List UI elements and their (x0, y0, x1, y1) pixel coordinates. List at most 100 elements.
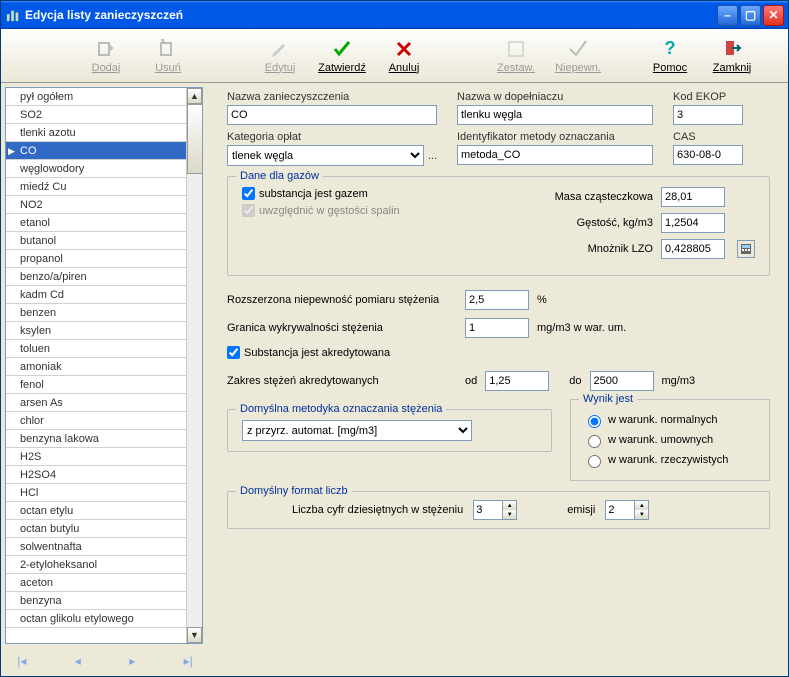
list-item[interactable]: octan etylu (6, 502, 202, 520)
od-label: od (465, 375, 477, 387)
method-group: Domyślna metodyka oznaczania stężenia z … (227, 409, 552, 452)
delete-button[interactable]: Usuń (137, 38, 199, 74)
range-label: Zakres stężeń akredytowanych (227, 375, 457, 387)
method-select[interactable]: z przyrz. automat. [mg/m3] (242, 420, 472, 441)
uncertain-button[interactable]: Niepewn. (547, 38, 609, 74)
decimal-label: Liczba cyfr dziesiętnych w stężeniu (292, 504, 463, 516)
list-item[interactable]: benzyna lakowa (6, 430, 202, 448)
nav-prev-icon[interactable]: ◂ (75, 654, 81, 668)
nav-last-icon[interactable]: ▸| (184, 654, 193, 668)
accredited-checkbox[interactable]: Substancja jest akredytowana (227, 346, 390, 359)
is-gas-checkbox[interactable]: substancja jest gazem (242, 187, 495, 200)
set-button[interactable]: Zestaw. (485, 38, 547, 74)
result-group-title: Wynik jest (579, 393, 637, 405)
toolbar: Dodaj Usuń Edytuj Zatwierdź Anuluj Zesta… (1, 29, 788, 83)
list-item[interactable]: toluen (6, 340, 202, 358)
emission-spinner[interactable]: ▲▼ (605, 500, 649, 520)
voc-input[interactable] (661, 239, 725, 259)
list-item[interactable]: pył ogółem (6, 88, 202, 106)
name-input[interactable] (227, 105, 437, 125)
scroll-down-button[interactable]: ▼ (187, 627, 202, 643)
pollutant-list[interactable]: pył ogółemSO2tlenki azotuCOwęglowodorymi… (6, 88, 202, 628)
result-normal-radio[interactable]: w warunk. normalnych (583, 412, 757, 428)
result-group: Wynik jest w warunk. normalnych w warunk… (570, 399, 770, 481)
cas-label: CAS (673, 131, 743, 143)
list-item[interactable]: węglowodory (6, 160, 202, 178)
list-item[interactable]: HCl (6, 484, 202, 502)
list-item[interactable]: SO2 (6, 106, 202, 124)
list-item[interactable]: solwentnafta (6, 538, 202, 556)
nav-footer: |◂ ◂ ▸ ▸| (5, 648, 205, 676)
confirm-button[interactable]: Zatwierdź (311, 38, 373, 74)
method-id-input[interactable] (457, 145, 653, 165)
add-button[interactable]: Dodaj (75, 38, 137, 74)
category-more-button[interactable]: ... (428, 150, 437, 162)
list-item[interactable]: miedź Cu (6, 178, 202, 196)
range-from-input[interactable] (485, 371, 549, 391)
format-group-title: Domyślny format liczb (236, 485, 352, 497)
range-to-input[interactable] (590, 371, 654, 391)
minimize-button[interactable]: – (717, 5, 738, 26)
maximize-button[interactable]: ▢ (740, 5, 761, 26)
density-checkbox[interactable]: uwzględnić w gęstości spalin (242, 204, 495, 217)
density-label: Gęstość, kg/m3 (577, 217, 653, 229)
density-input[interactable] (661, 213, 725, 233)
nav-first-icon[interactable]: |◂ (17, 654, 26, 668)
list-item[interactable]: butanol (6, 232, 202, 250)
pollutant-list-panel: pył ogółemSO2tlenki azotuCOwęglowodorymi… (5, 87, 203, 644)
category-select[interactable]: tlenek węgla (227, 145, 424, 166)
list-item[interactable]: ksylen (6, 322, 202, 340)
scroll-thumb[interactable] (187, 104, 202, 174)
list-item[interactable]: octan glikolu etylowego (6, 610, 202, 628)
name-label: Nazwa zanieczyszczenia (227, 91, 437, 103)
method-id-label: Identyfikator metody oznaczania (457, 131, 653, 143)
app-icon (5, 7, 21, 23)
list-item[interactable]: octan butylu (6, 520, 202, 538)
list-item[interactable]: propanol (6, 250, 202, 268)
close-tool-button[interactable]: Zamknij (701, 38, 763, 74)
result-contract-radio[interactable]: w warunk. umownych (583, 432, 757, 448)
uncertainty-input[interactable] (465, 290, 529, 310)
edit-button[interactable]: Edytuj (249, 38, 311, 74)
cas-input[interactable] (673, 145, 743, 165)
list-item[interactable]: benzyna (6, 592, 202, 610)
detection-input[interactable] (465, 318, 529, 338)
gas-group-title: Dane dla gazów (236, 170, 323, 182)
list-item[interactable]: amoniak (6, 358, 202, 376)
category-label: Kategoria opłat (227, 131, 437, 143)
concentration-spinner[interactable]: ▲▼ (473, 500, 517, 520)
list-scrollbar[interactable]: ▲ ▼ (186, 88, 202, 643)
list-item[interactable]: arsen As (6, 394, 202, 412)
list-item[interactable]: aceton (6, 574, 202, 592)
list-item[interactable]: benzen (6, 304, 202, 322)
calc-button[interactable] (737, 240, 755, 258)
list-item[interactable]: CO (6, 142, 202, 160)
cancel-button[interactable]: Anuluj (373, 38, 435, 74)
nav-next-icon[interactable]: ▸ (129, 654, 135, 668)
list-item[interactable]: chlor (6, 412, 202, 430)
uncertainty-label: Rozszerzona niepewność pomiaru stężenia (227, 294, 457, 306)
list-item[interactable]: fenol (6, 376, 202, 394)
mass-input[interactable] (661, 187, 725, 207)
window-title: Edycja listy zanieczyszczeń (25, 8, 717, 22)
result-real-radio[interactable]: w warunk. rzeczywistych (583, 452, 757, 468)
emission-label: emisji (567, 504, 595, 516)
pct-unit: % (537, 294, 547, 306)
list-item[interactable]: tlenki azotu (6, 124, 202, 142)
method-group-title: Domyślna metodyka oznaczania stężenia (236, 403, 446, 415)
list-item[interactable]: benzo/a/piren (6, 268, 202, 286)
gas-group: Dane dla gazów substancja jest gazem uwz… (227, 176, 770, 276)
do-label: do (569, 375, 581, 387)
list-item[interactable]: kadm Cd (6, 286, 202, 304)
format-group: Domyślny format liczb Liczba cyfr dziesi… (227, 491, 770, 529)
list-item[interactable]: 2-etyloheksanol (6, 556, 202, 574)
scroll-up-button[interactable]: ▲ (187, 88, 202, 104)
list-item[interactable]: H2S (6, 448, 202, 466)
list-item[interactable]: etanol (6, 214, 202, 232)
list-item[interactable]: NO2 (6, 196, 202, 214)
ekop-input[interactable] (673, 105, 743, 125)
help-button[interactable]: ? Pomoc (639, 38, 701, 74)
close-button[interactable]: ✕ (763, 5, 784, 26)
genitive-input[interactable] (457, 105, 653, 125)
list-item[interactable]: H2SO4 (6, 466, 202, 484)
